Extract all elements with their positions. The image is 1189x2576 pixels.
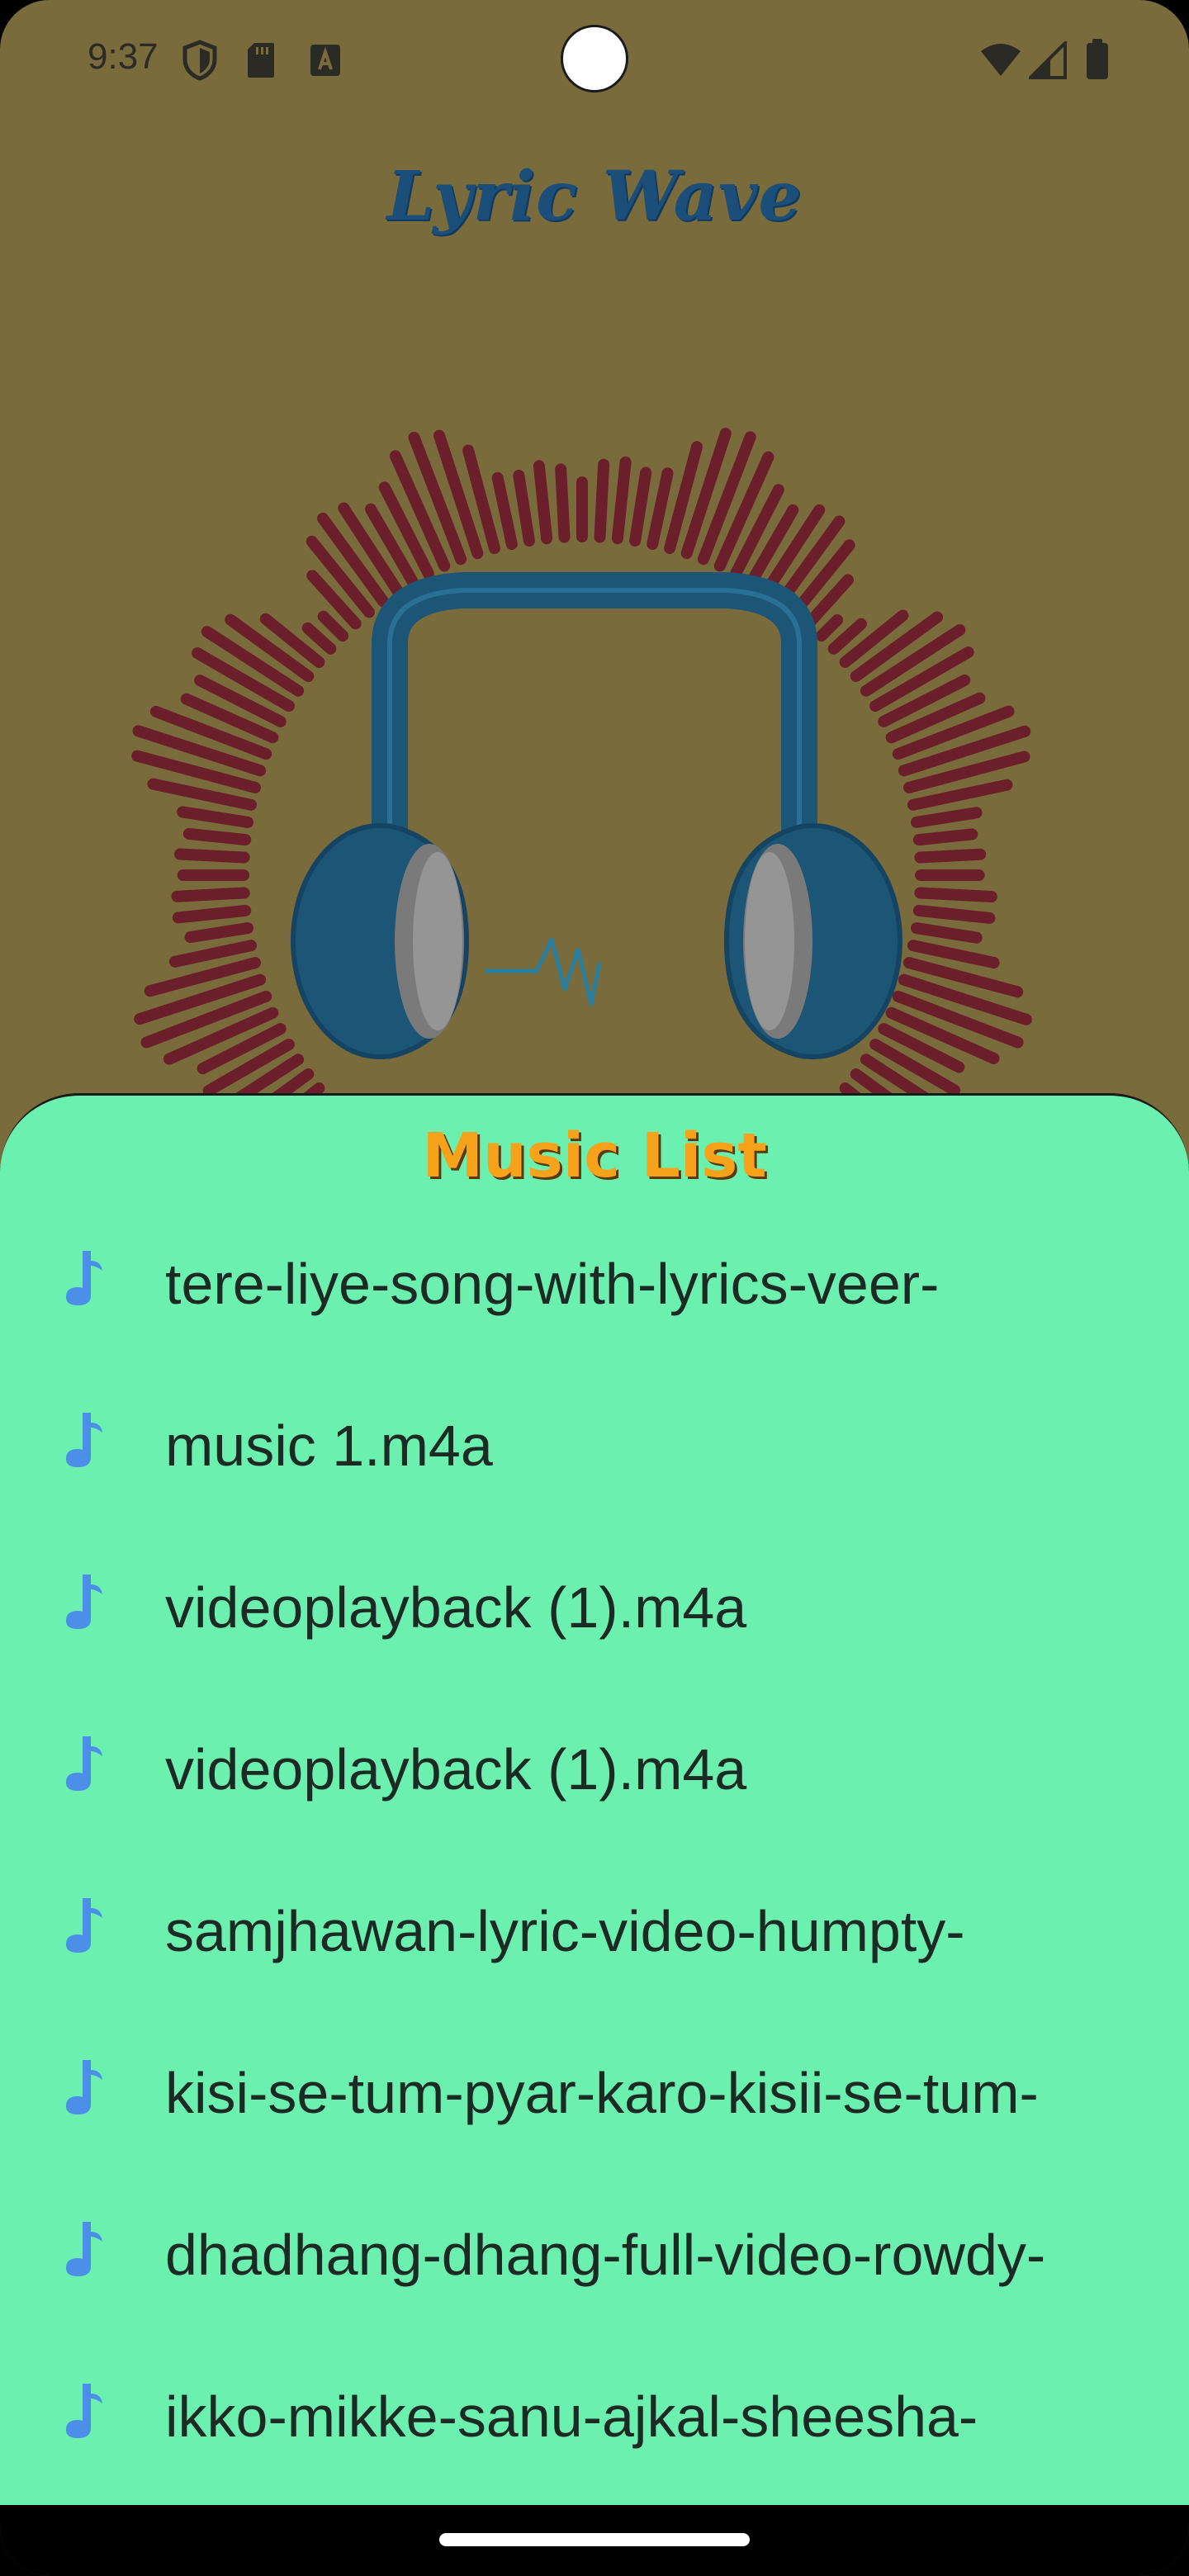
visualizer-bar: [914, 848, 987, 864]
visualizer-bar: [912, 904, 996, 924]
visualizer-bar: [533, 460, 553, 545]
music-note-icon: [66, 1898, 102, 1953]
list-item[interactable]: videoplayback (1).m4a: [0, 1543, 1189, 1705]
status-time: 9:37: [88, 36, 159, 77]
list-item[interactable]: samjhawan-lyric-video-humpty-: [0, 1867, 1189, 2029]
music-list-sheet: Music List tere-liye-song-with-lyrics-ve…: [0, 1093, 1189, 2505]
app-screen: 9:37 Lyric Wave Music List tere-liye-son…: [0, 0, 1189, 2576]
visualizer-bar: [907, 940, 1000, 968]
music-list: tere-liye-song-with-lyrics-veer-music 1.…: [0, 1219, 1189, 2514]
visualizer-bar: [611, 456, 632, 545]
visualizer-bar: [629, 466, 652, 547]
visualizer-bar: [182, 827, 252, 846]
track-name: videoplayback (1).m4a: [165, 1575, 747, 1640]
home-gesture-handle[interactable]: [439, 2533, 750, 2546]
list-item[interactable]: ikko-mikke-sanu-ajkal-sheesha-: [0, 2352, 1189, 2514]
track-name: videoplayback (1).m4a: [165, 1737, 747, 1802]
visualizer-bar: [168, 940, 257, 968]
keyboard-a-icon: [310, 45, 340, 76]
wifi-icon: [981, 44, 1021, 76]
visualizer-bar: [912, 828, 978, 846]
visualizer-bar: [911, 922, 983, 944]
track-name: music 1.m4a: [165, 1413, 493, 1478]
visualizer-bar: [555, 463, 571, 543]
navigation-bar: [0, 2505, 1189, 2576]
visualizer-bar: [491, 471, 518, 550]
visualizer-bar: [914, 887, 997, 902]
status-bar: 9:37: [0, 0, 1189, 116]
visualizer-bar: [815, 614, 843, 642]
music-note-icon: [66, 2222, 102, 2276]
visualizer-bar: [172, 904, 252, 924]
visualizer-bar: [301, 622, 337, 655]
visualizer-bar: [594, 458, 610, 543]
visualizer-bar: [911, 807, 983, 828]
visualizer-bar: [647, 467, 674, 550]
headphones-icon: [291, 572, 902, 1059]
audio-visualizer-ring: [131, 428, 1032, 1106]
signal-icon: [1029, 41, 1067, 79]
visualizer-bar: [827, 618, 867, 655]
music-note-icon: [66, 1574, 102, 1629]
music-note-icon: [66, 1251, 102, 1305]
visualizer-bar: [171, 887, 250, 902]
music-note-icon: [66, 1736, 102, 1791]
track-name: samjhawan-lyric-video-humpty-: [165, 1899, 965, 1963]
app-title: Lyric Wave: [386, 157, 803, 236]
music-note-icon: [66, 2060, 102, 2114]
sd-card-icon: [248, 43, 274, 78]
battery-icon: [1087, 39, 1108, 79]
front-camera: [561, 25, 628, 92]
visualizer-bar: [174, 848, 250, 864]
visualizer-bar: [177, 806, 253, 828]
headphones-visualizer-graphic: [131, 428, 1032, 1106]
track-name: kisi-se-tum-pyar-karo-kisii-se-tum-: [165, 2061, 1039, 2125]
visualizer-bar: [184, 922, 253, 944]
shield-icon: [182, 40, 217, 81]
visualizer-bar: [317, 610, 349, 642]
track-name: tere-liye-song-with-lyrics-veer-: [165, 1252, 940, 1316]
music-list-title: Music List: [422, 1120, 767, 1191]
music-note-icon: [66, 2384, 102, 2438]
track-name: dhadhang-dhang-full-video-rowdy-: [165, 2223, 1046, 2287]
list-item[interactable]: tere-liye-song-with-lyrics-veer-: [0, 1219, 1189, 1381]
track-name: ikko-mikke-sanu-ajkal-sheesha-: [165, 2384, 978, 2449]
list-item[interactable]: music 1.m4a: [0, 1381, 1189, 1543]
list-item[interactable]: dhadhang-dhang-full-video-rowdy-: [0, 2190, 1189, 2352]
list-item[interactable]: kisi-se-tum-pyar-karo-kisii-se-tum-: [0, 2029, 1189, 2190]
visualizer-bar: [513, 469, 535, 547]
music-note-icon: [66, 1413, 102, 1467]
list-item[interactable]: videoplayback (1).m4a: [0, 1705, 1189, 1867]
